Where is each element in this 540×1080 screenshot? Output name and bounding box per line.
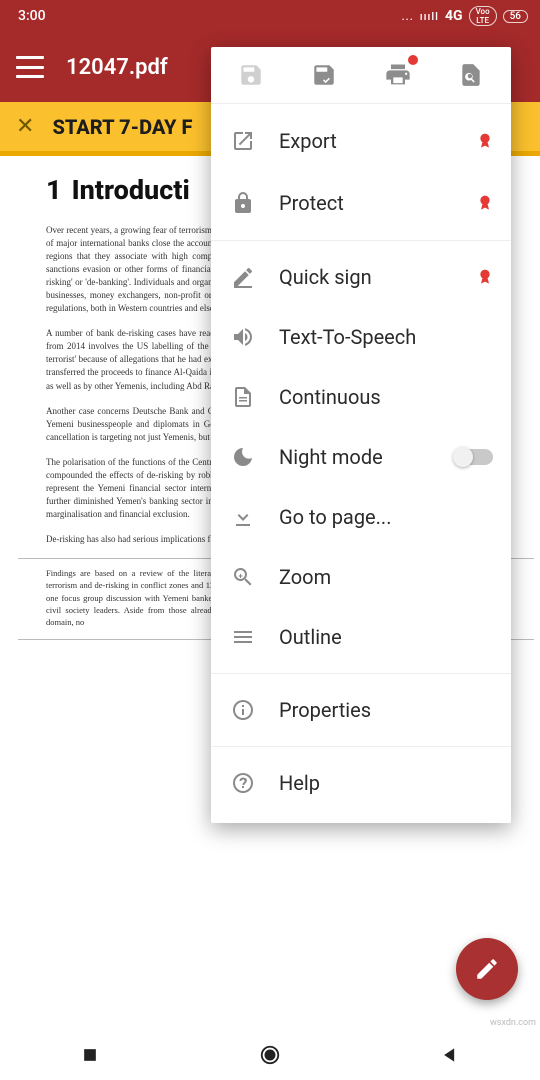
premium-badge-icon <box>477 193 493 213</box>
menu-help[interactable]: Help <box>211 753 511 813</box>
nav-back-button[interactable] <box>440 1045 460 1065</box>
status-dots: ... <box>402 10 414 23</box>
save-icon <box>221 62 281 88</box>
nav-home-button[interactable] <box>259 1044 281 1066</box>
volte-badge: VooLTE <box>469 6 497 26</box>
status-bar: 3:00 ... ıııll 4G VooLTE 56 <box>0 0 540 32</box>
download-icon <box>231 505 279 529</box>
print-badge-dot <box>408 55 418 65</box>
status-time: 3:00 <box>18 8 46 24</box>
menu-tts[interactable]: Text-To-Speech <box>211 307 511 367</box>
list-icon <box>231 625 279 649</box>
night-mode-toggle[interactable] <box>455 449 493 465</box>
menu-goto-page[interactable]: Go to page... <box>211 487 511 547</box>
lock-icon <box>231 191 279 215</box>
menu-properties[interactable]: Properties <box>211 680 511 740</box>
find-in-page-icon[interactable] <box>441 62 501 88</box>
menu-night-mode[interactable]: Night mode <box>211 427 511 487</box>
network-label: 4G <box>445 8 463 24</box>
menu-protect[interactable]: Protect <box>211 172 511 234</box>
speaker-icon <box>231 325 279 349</box>
print-icon[interactable] <box>368 61 428 89</box>
document-title: 12047.pdf <box>66 55 168 80</box>
premium-badge-icon <box>477 131 493 151</box>
close-banner-icon[interactable]: ✕ <box>16 114 34 139</box>
pencil-icon <box>474 956 500 982</box>
menu-export[interactable]: Export <box>211 110 511 172</box>
menu-quick-sign[interactable]: Quick sign <box>211 247 511 307</box>
nav-recent-button[interactable] <box>80 1045 100 1065</box>
hamburger-menu-button[interactable] <box>16 56 44 78</box>
moon-icon <box>231 445 279 469</box>
menu-outline[interactable]: Outline <box>211 607 511 667</box>
help-icon <box>231 771 279 795</box>
info-icon <box>231 698 279 722</box>
sign-icon <box>231 265 279 289</box>
signal-icon: ıııll <box>420 10 439 23</box>
menu-zoom[interactable]: Zoom <box>211 547 511 607</box>
page-icon <box>231 385 279 409</box>
battery-badge: 56 <box>503 10 528 23</box>
premium-badge-icon <box>477 267 493 287</box>
banner-text: START 7-DAY F <box>52 115 192 139</box>
system-nav-bar <box>0 1030 540 1080</box>
export-icon <box>231 129 279 153</box>
menu-continuous[interactable]: Continuous <box>211 367 511 427</box>
edit-fab[interactable] <box>456 938 518 1000</box>
zoom-icon <box>231 565 279 589</box>
save-as-icon[interactable] <box>294 62 354 88</box>
overflow-menu: Export Protect Quick sign Text-To-Speech… <box>211 47 511 823</box>
attribution: wsxdn.com <box>490 1018 536 1028</box>
